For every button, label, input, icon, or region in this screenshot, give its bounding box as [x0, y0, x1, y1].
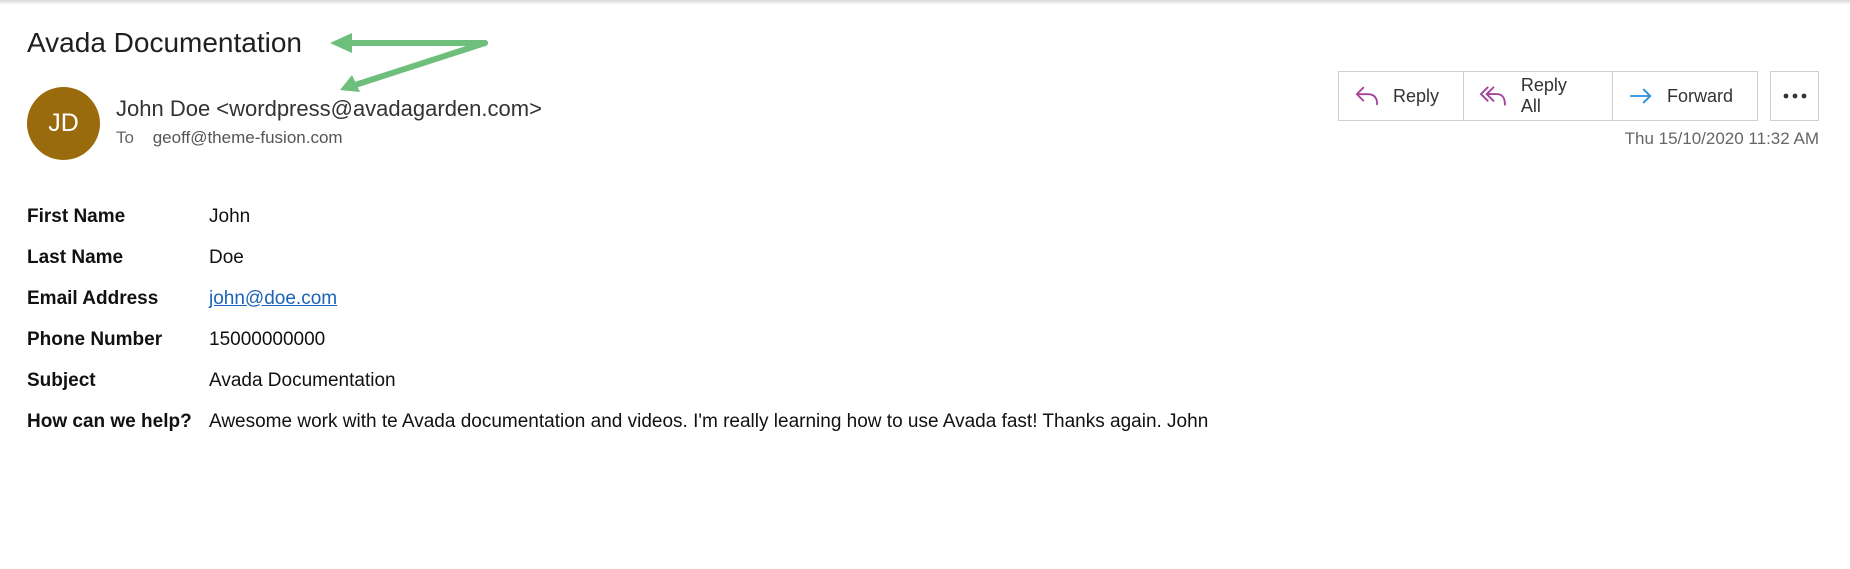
reply-icon: [1355, 86, 1379, 106]
field-label: Phone Number: [27, 328, 163, 350]
sender-name[interactable]: John Doe <wordpress@avadagarden.com>: [116, 96, 542, 122]
more-options-button[interactable]: [1770, 71, 1819, 121]
field-value: Awesome work with te Avada documentation…: [209, 410, 1209, 432]
field-row: Email Address john@doe.com: [27, 278, 1208, 319]
more-options-icon: [1783, 93, 1806, 99]
forward-button[interactable]: Forward: [1613, 72, 1757, 120]
reply-all-button[interactable]: Reply All: [1464, 72, 1613, 120]
message-timestamp: Thu 15/10/2020 11:32 AM: [1624, 129, 1819, 148]
field-row: Phone Number 15000000000: [27, 319, 1208, 360]
field-label: Subject: [27, 369, 96, 391]
email-subject: Avada Documentation: [27, 27, 302, 58]
annotation-arrow: [330, 33, 488, 92]
field-value: Doe: [209, 246, 244, 268]
forward-label: Forward: [1666, 85, 1733, 106]
message-actions: Reply Reply All Forward: [1338, 71, 1819, 121]
field-value: 15000000000: [209, 328, 326, 350]
reply-label: Reply: [1392, 85, 1439, 106]
field-value: John: [209, 205, 251, 227]
field-row: Subject Avada Documentation: [27, 360, 1208, 401]
field-value: Avada Documentation: [209, 369, 396, 391]
form-fields-table: First Name John Last Name Doe Email Addr…: [27, 196, 1208, 442]
recipient-line: To geoff@theme-fusion.com: [116, 128, 343, 148]
recipient-address[interactable]: geoff@theme-fusion.com: [153, 128, 343, 147]
field-label: Email Address: [27, 287, 159, 309]
forward-icon: [1629, 88, 1652, 104]
field-label: How can we help?: [27, 410, 192, 432]
reply-all-icon: [1480, 86, 1506, 106]
field-value-cell: john@doe.com: [209, 278, 1208, 319]
top-border: [0, 0, 1850, 5]
reply-button[interactable]: Reply: [1339, 72, 1464, 120]
field-row: Last Name Doe: [27, 237, 1208, 278]
to-label: To: [116, 128, 134, 147]
field-row: First Name John: [27, 196, 1208, 237]
field-label: Last Name: [27, 246, 124, 268]
reply-actions-group: Reply Reply All Forward: [1338, 71, 1758, 121]
email-address-link[interactable]: john@doe.com: [209, 288, 337, 309]
avatar[interactable]: JD: [27, 87, 100, 160]
reply-all-label: Reply All: [1520, 75, 1567, 116]
field-label: First Name: [27, 205, 126, 227]
field-row: How can we help? Awesome work with te Av…: [27, 401, 1208, 442]
